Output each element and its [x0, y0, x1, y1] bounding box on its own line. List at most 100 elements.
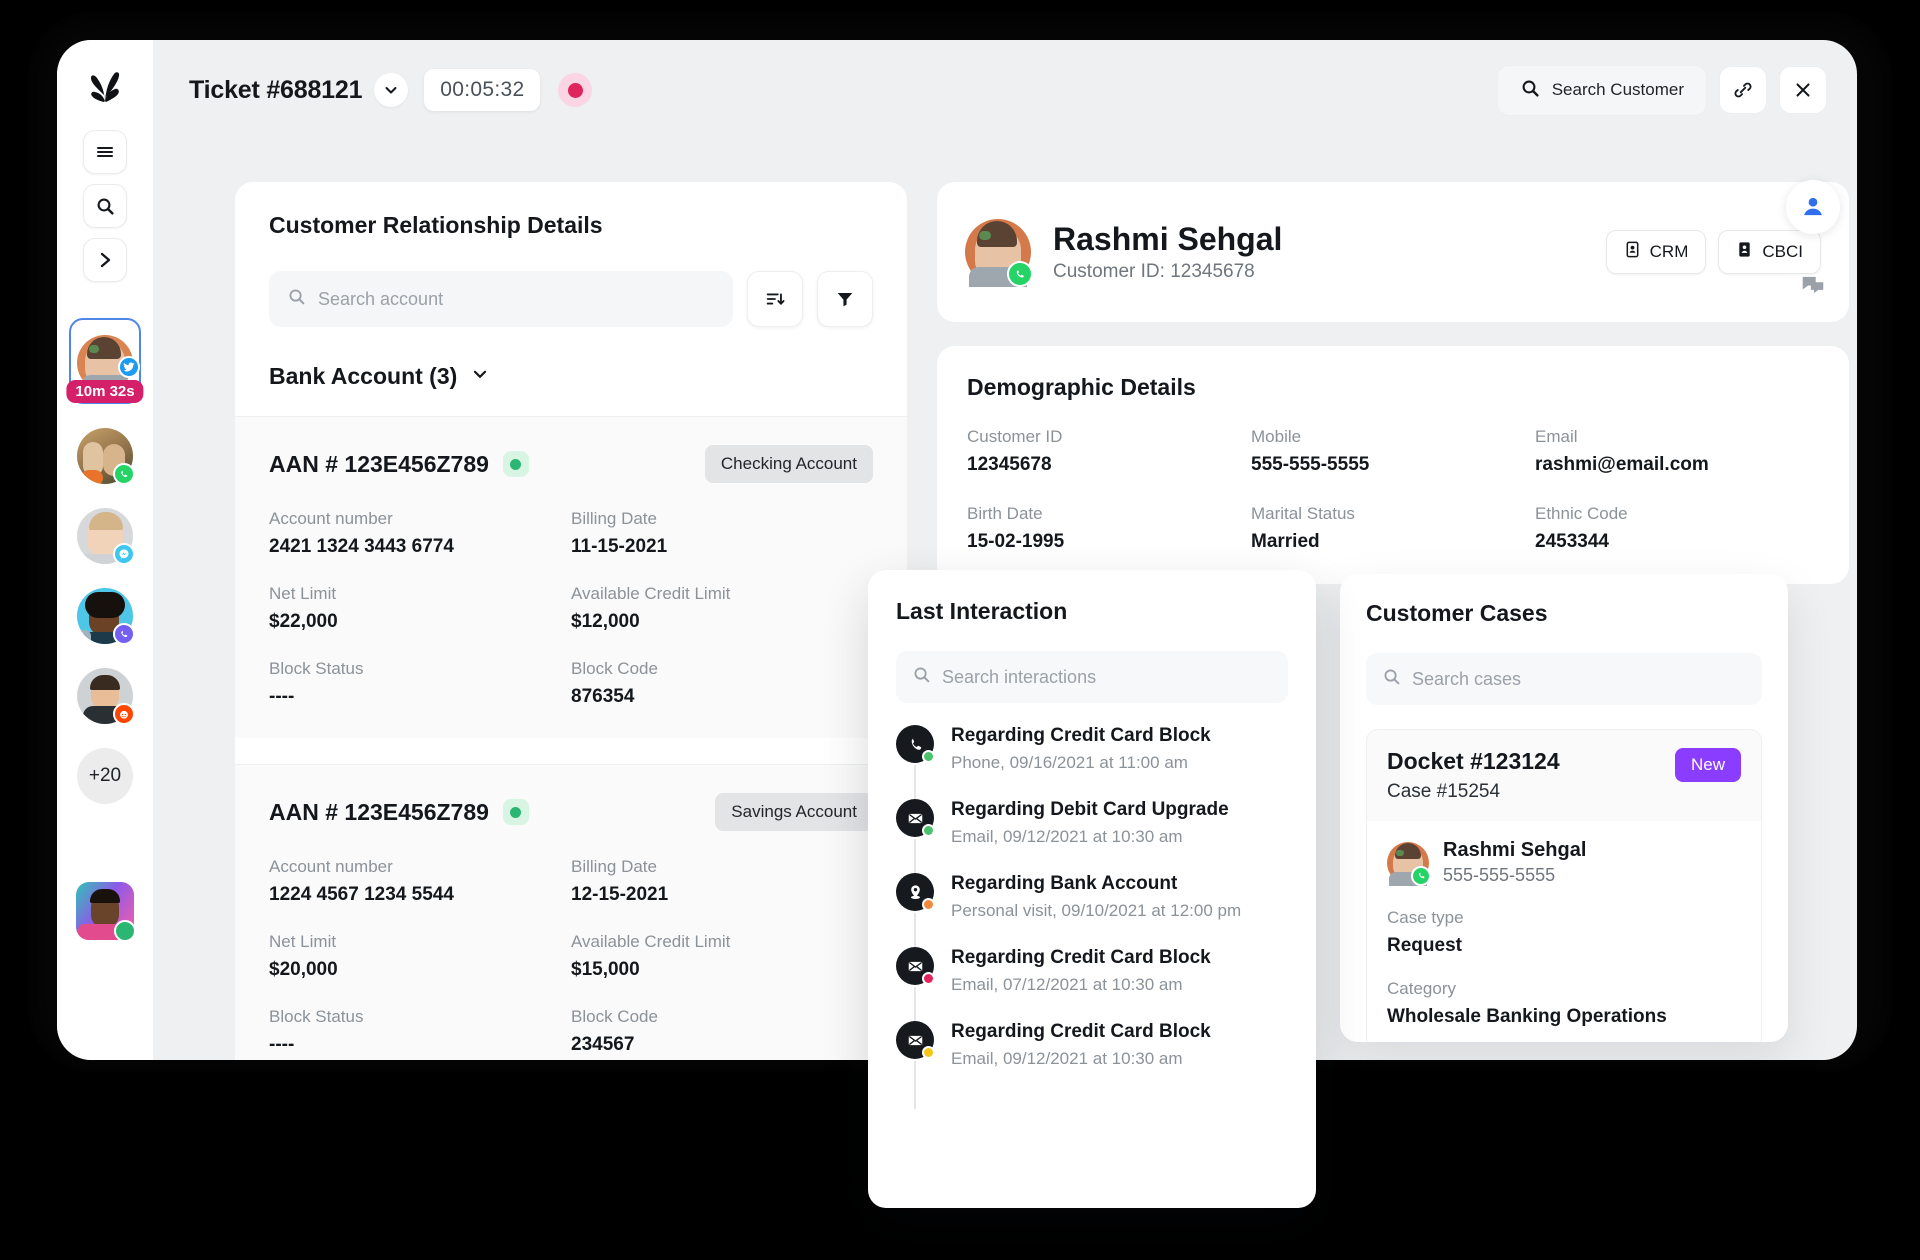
avatar — [965, 219, 1031, 285]
customer-id: Customer ID: 12345678 — [1053, 261, 1282, 283]
search-account-input[interactable] — [318, 289, 715, 310]
screenshot-root: 10m 32s — [0, 0, 1920, 1260]
search-customer-button[interactable]: Search Customer — [1497, 65, 1707, 116]
crm-label: CRM — [1650, 242, 1689, 262]
field-value: Wholesale Banking Operations — [1387, 1006, 1741, 1028]
twitter-icon — [118, 356, 140, 378]
status-dot — [922, 898, 935, 911]
demographics-title: Demographic Details — [967, 374, 1819, 401]
field-label: Marital Status — [1251, 504, 1535, 524]
field-value: 876354 — [571, 686, 873, 708]
account-type-badge: Savings Account — [715, 793, 873, 831]
interaction-meta: Phone, 09/16/2021 at 11:00 am — [951, 753, 1211, 773]
right-icon-strip — [1777, 180, 1849, 312]
field-value: rashmi@email.com — [1535, 454, 1819, 476]
search-icon — [287, 287, 306, 311]
avatar — [1387, 842, 1429, 884]
field-label: Ethnic Code — [1535, 504, 1819, 524]
field-label: Billing Date — [571, 509, 873, 529]
interaction-meta: Email, 07/12/2021 at 10:30 am — [951, 975, 1211, 995]
search-customer-label: Search Customer — [1552, 80, 1684, 100]
field-label: Billing Date — [571, 857, 873, 877]
interaction-title: Regarding Credit Card Block — [951, 1021, 1211, 1043]
record-dot-icon[interactable] — [558, 73, 592, 107]
case-number: Case #15254 — [1387, 781, 1560, 803]
list-item[interactable]: Regarding Credit Card Block Email, 09/12… — [896, 1021, 1288, 1069]
leaf-logo-icon — [82, 62, 128, 108]
customer-header-card: Rashmi Sehgal Customer ID: 12345678 CRM … — [937, 182, 1849, 322]
field-label: Block Code — [571, 1007, 873, 1027]
rail-avatar-list: 10m 32s — [57, 318, 153, 940]
field-label: Case type — [1387, 908, 1741, 928]
field-value: $20,000 — [269, 959, 571, 981]
rail-avatar-timer: 10m 32s — [66, 380, 143, 403]
rail-avatar-5[interactable] — [77, 668, 133, 724]
field-label: Available Credit Limit — [571, 584, 873, 604]
demographic-details-card: Demographic Details Customer ID12345678 … — [937, 346, 1849, 584]
field-value: 11-15-2021 — [571, 536, 873, 558]
field-value: Married — [1251, 531, 1535, 553]
case-card[interactable]: Docket #123124 Case #15254 New — [1366, 729, 1762, 1042]
search-icon — [1382, 667, 1401, 691]
field-label: Birth Date — [967, 504, 1251, 524]
bank-account-group-label: Bank Account (3) — [269, 363, 457, 390]
interaction-meta: Personal visit, 09/10/2021 at 12:00 pm — [951, 901, 1241, 921]
left-rail: 10m 32s — [57, 40, 153, 1060]
status-badge — [503, 451, 529, 477]
field-value: 2421 1324 3443 6774 — [269, 536, 571, 558]
account-aan: AAN # 123E456Z789 — [269, 799, 489, 826]
rail-avatar-2[interactable] — [77, 428, 133, 484]
search-account-field[interactable] — [269, 271, 733, 327]
search-interactions-input[interactable] — [942, 667, 1272, 688]
phone-icon — [1007, 261, 1033, 287]
status-badge: New — [1675, 748, 1741, 782]
list-item[interactable]: Regarding Credit Card Block Email, 07/12… — [896, 947, 1288, 1021]
search-cases-input[interactable] — [1412, 669, 1746, 690]
field-value: $15,000 — [571, 959, 873, 981]
customer-relationship-panel: Customer Relationship Details — [235, 182, 907, 1060]
bank-account-group-header[interactable]: Bank Account (3) — [269, 363, 873, 390]
field-label: Block Code — [571, 659, 873, 679]
search-cases-field[interactable] — [1366, 653, 1762, 705]
account-card[interactable]: AAN # 123E456Z789 Checking Account Accou… — [235, 416, 907, 738]
rail-avatar-pinned[interactable] — [76, 882, 134, 940]
filter-icon[interactable] — [817, 271, 873, 327]
field-value: 12-15-2021 — [571, 884, 873, 906]
page-title: Customer Relationship Details — [269, 212, 873, 239]
chevron-down-icon[interactable] — [374, 73, 408, 107]
chevron-right-icon[interactable] — [83, 238, 127, 282]
interaction-title: Regarding Bank Account — [951, 873, 1241, 895]
link-icon[interactable] — [1719, 66, 1767, 114]
topbar-actions: Search Customer — [1497, 65, 1827, 116]
rail-more-avatars[interactable]: +20 — [77, 748, 133, 804]
list-item[interactable]: Regarding Bank Account Personal visit, 0… — [896, 873, 1288, 947]
account-card[interactable]: AAN # 123E456Z789 Savings Account Accoun… — [235, 764, 907, 1060]
search-interactions-field[interactable] — [896, 651, 1288, 703]
field-label: Available Credit Limit — [571, 932, 873, 952]
interaction-title: Regarding Debit Card Upgrade — [951, 799, 1229, 821]
close-icon[interactable] — [1779, 66, 1827, 114]
crm-button[interactable]: CRM — [1606, 230, 1707, 274]
contact-card-filled-icon — [1736, 241, 1753, 263]
list-item[interactable]: Regarding Credit Card Block Phone, 09/16… — [896, 725, 1288, 799]
online-status-icon — [114, 920, 136, 942]
rail-avatar-3[interactable] — [77, 508, 133, 564]
interaction-timeline: Regarding Credit Card Block Phone, 09/16… — [896, 725, 1288, 1069]
viber-icon — [113, 623, 135, 645]
interaction-title: Regarding Credit Card Block — [951, 947, 1211, 969]
list-item[interactable]: Regarding Debit Card Upgrade Email, 09/1… — [896, 799, 1288, 873]
rail-avatar-4[interactable] — [77, 588, 133, 644]
field-value: 2453344 — [1535, 531, 1819, 553]
last-interaction-title: Last Interaction — [896, 598, 1288, 625]
sort-descending-icon[interactable] — [747, 271, 803, 327]
search-icon[interactable] — [83, 184, 127, 228]
rail-avatar-active[interactable]: 10m 32s — [69, 318, 141, 404]
whatsapp-icon — [113, 463, 135, 485]
field-label: Mobile — [1251, 427, 1535, 447]
reddit-icon — [113, 703, 135, 725]
chat-icon[interactable] — [1786, 258, 1840, 312]
profile-icon[interactable] — [1786, 180, 1840, 234]
menu-icon[interactable] — [83, 130, 127, 174]
field-label: Net Limit — [269, 584, 571, 604]
contact-card-icon — [1624, 241, 1641, 263]
